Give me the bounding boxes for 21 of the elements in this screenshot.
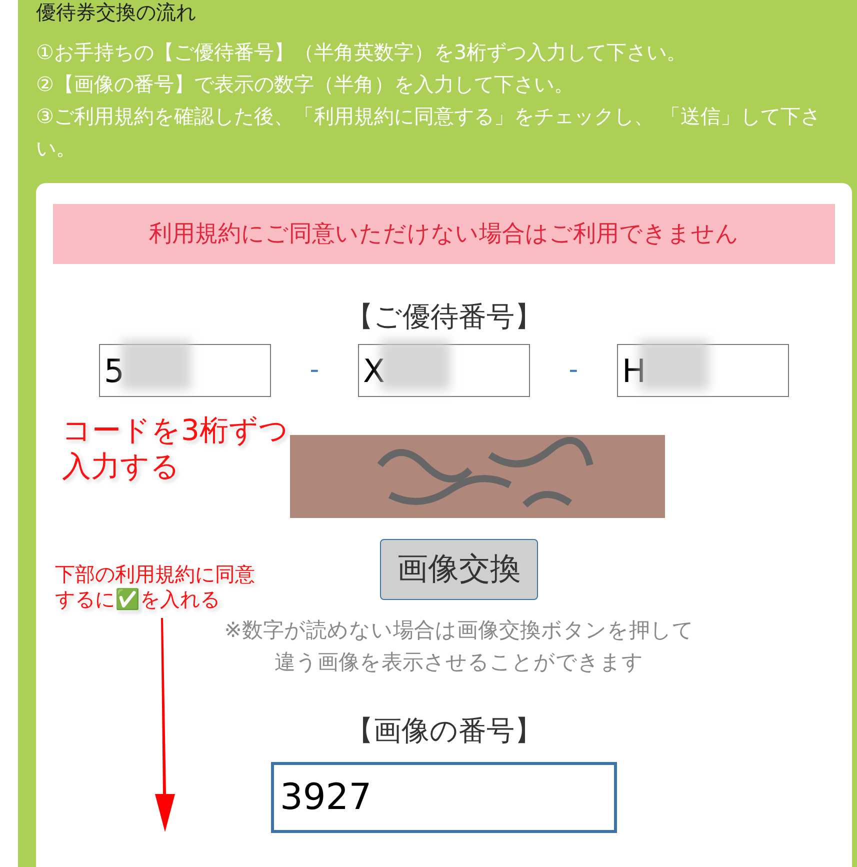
instruction-text: ①お手持ちの【ご優待番号】（半角英数字）を3桁ずつ入力して下さい。 xyxy=(36,39,688,66)
annotation-text: 入力する xyxy=(62,448,180,484)
code-input-field[interactable]: 5 xyxy=(99,344,271,397)
hint-text: 違う画像を表示させることができます xyxy=(274,649,644,676)
annotation-text: するに✅を入れる xyxy=(55,587,220,612)
image-number-field[interactable]: 3927 xyxy=(271,762,617,833)
instruction-text: ②【画像の番号】で表示の数字（半角）を入力して下さい。 xyxy=(36,71,575,98)
annotation-text: コードを3桁ずつ xyxy=(62,412,288,448)
annotation-text: 下部の利用規約に同意 xyxy=(55,562,255,587)
field-title: 【画像の番号】 xyxy=(346,714,542,748)
refresh-image-button[interactable]: 画像交換 xyxy=(380,539,538,600)
separator-text: - xyxy=(568,354,580,387)
hint-text: ※数字が読めない場合は画像交換ボタンを押して xyxy=(224,617,694,644)
field-title: 【ご優待番号】 xyxy=(346,300,542,334)
section-heading: 優待券交換の流れ xyxy=(36,0,196,24)
separator-text: - xyxy=(308,354,320,387)
instruction-text: ③ご利用規約を確認した後、「利用規約に同意する」をチェックし、 「送信」して下さい。 xyxy=(36,103,822,162)
code-input-field[interactable]: H xyxy=(617,344,789,397)
warning-banner: 利用規約にご同意いただけない場合はご利用できません xyxy=(53,204,835,264)
code-input-field[interactable]: X xyxy=(358,344,530,397)
blur-mask xyxy=(121,340,191,390)
